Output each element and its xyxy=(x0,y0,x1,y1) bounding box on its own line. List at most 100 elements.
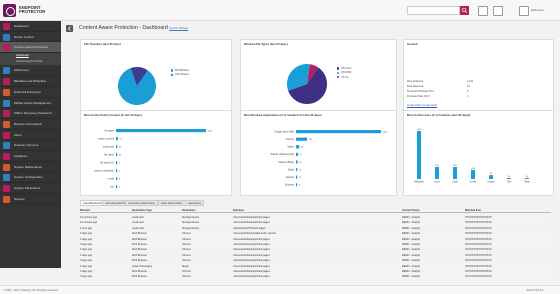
sidebar-item[interactable]: Support xyxy=(0,194,61,205)
table-cell: Web Browser xyxy=(132,232,147,236)
table-cell: 3 days ago xyxy=(80,264,93,268)
table-cell: Web Browser xyxy=(132,275,147,279)
bar[interactable] xyxy=(453,167,457,179)
bar-value: 25 xyxy=(300,154,303,156)
table-row[interactable]: 3 days ago Web Browser Chrome \Users\test1\… xyxy=(80,274,551,280)
sidebar-item[interactable]: Directory Services xyxy=(0,140,61,151)
sidebar-item[interactable]: Blacklists and Whitelists xyxy=(0,76,61,87)
bar-value: 14 xyxy=(119,146,122,148)
sidebar-item[interactable]: Enforced Encryption xyxy=(0,87,61,98)
bar-value: 1000 xyxy=(208,130,214,132)
table-cell: Storage Device xyxy=(182,216,200,219)
bar[interactable] xyxy=(116,185,118,189)
logo[interactable]: ENDPOINT PROTECTOR xyxy=(3,3,63,18)
bar-label: ssn xyxy=(110,185,114,188)
sidebar-item-icon xyxy=(3,99,10,107)
sidebar-item[interactable]: Content Aware Protection xyxy=(0,42,61,54)
bar[interactable] xyxy=(116,145,118,149)
table-cell: Skype xyxy=(182,264,189,268)
sidebar-item[interactable]: Alerts xyxy=(0,130,61,141)
bar[interactable] xyxy=(116,129,206,133)
blocked-apps-chart: Google Drive Web 1000 Chrome 130 Skype 40 Outl… xyxy=(270,130,388,187)
bar[interactable] xyxy=(296,152,299,156)
tab-computers-without-policy[interactable]: Computers without Policy xyxy=(125,200,158,206)
table-cell: DEMO - Analytic xyxy=(402,237,421,241)
notifications-icon[interactable] xyxy=(478,6,488,16)
bar[interactable] xyxy=(525,178,529,179)
bar[interactable] xyxy=(507,178,511,179)
bar[interactable] xyxy=(296,168,298,172)
sidebar-item[interactable]: System Parameters xyxy=(0,183,61,194)
bar[interactable] xyxy=(296,145,300,149)
bar[interactable] xyxy=(116,137,118,141)
sidebar-item[interactable]: Mobile Device Management xyxy=(0,98,61,109)
bar[interactable] xyxy=(489,175,493,179)
bar[interactable] xyxy=(296,183,298,187)
table-header-row: Blocked Destination Type Destination Filena… xyxy=(80,208,551,214)
tab-users-without-policy[interactable]: Users without Policy xyxy=(158,200,186,206)
bar-label: Google Drive Web xyxy=(275,130,295,133)
bar[interactable] xyxy=(296,160,298,164)
sidebar-item[interactable]: Appliance xyxy=(0,151,61,162)
user-name[interactable]: Welcome xyxy=(531,8,543,12)
create-links[interactable]: Create Policy Create Alerts xyxy=(407,104,437,107)
table-cell: Web Browser xyxy=(132,259,147,263)
avatar[interactable] xyxy=(519,6,529,16)
table-cell: credit card xyxy=(132,221,144,225)
sidebar-item[interactable]: Dashboard xyxy=(0,21,61,32)
tab-latest-alerts[interactable]: Latest Alerts xyxy=(185,200,205,206)
bar[interactable] xyxy=(116,153,118,157)
bar[interactable] xyxy=(116,161,118,165)
bar[interactable] xyxy=(116,177,118,181)
sidebar-item[interactable]: System Configuration xyxy=(0,172,61,183)
table-cell: DEMO - Analytic xyxy=(402,248,421,252)
table-cell: XXXXXXXXXXXXXXXX xyxy=(465,237,492,241)
table-cell: \Users\test1\Desktop\Card.pages xyxy=(233,216,270,219)
logo-line2: PROTECTOR xyxy=(19,9,46,15)
table-cell: Chrome xyxy=(182,275,191,279)
bar-label: Outlook (Body) xyxy=(278,161,294,164)
table-cell: 3 days ago xyxy=(80,259,93,263)
sidebar-item-icon xyxy=(3,174,10,182)
active-users-panel: Most Active Users (# of incidents (last … xyxy=(403,110,554,196)
sidebar-item-label: Directory Services xyxy=(14,143,39,148)
arrow-left-icon xyxy=(67,26,71,31)
bar[interactable] xyxy=(417,131,421,179)
help-icon[interactable] xyxy=(493,6,503,16)
table-cell: \Users\test1\PPS\Card.pages xyxy=(233,226,266,230)
table-cell: \Users\test1\Desktop\Card.pages xyxy=(233,243,270,246)
bar-value: 3 xyxy=(119,178,121,180)
bar[interactable] xyxy=(296,175,298,179)
sidebar-item-label: Content Aware Protection xyxy=(14,45,48,50)
bar-label: Skype xyxy=(287,146,294,149)
bar[interactable] xyxy=(116,169,118,173)
bar-value: 40 xyxy=(301,147,304,149)
bar-value: 10 xyxy=(526,176,529,178)
sidebar-item[interactable]: Reports and Analysis xyxy=(0,119,61,130)
sidebar-item-label: System Maintenance xyxy=(14,164,43,169)
back-button[interactable] xyxy=(66,25,73,32)
sidebar-item-label: Blacklists and Whitelists xyxy=(14,79,47,84)
sidebar-item-icon xyxy=(3,67,10,75)
sidebar-item-label: Device Control xyxy=(14,34,34,39)
table-cell: DEMO - Analytic xyxy=(402,253,421,257)
bar[interactable] xyxy=(435,167,439,179)
bar[interactable] xyxy=(471,169,475,179)
sidebar-item[interactable]: Offline Temporary Password xyxy=(0,108,61,119)
table-cell: Chrome xyxy=(182,243,191,246)
sidebar-item-icon xyxy=(3,142,10,150)
bar-label: custom content xyxy=(98,137,115,140)
sidebar-item[interactable]: eDiscovery xyxy=(0,65,61,77)
switch-widget-link[interactable]: Switch Widget xyxy=(169,26,188,30)
bar[interactable] xyxy=(296,130,381,134)
table-cell: \Users\test1\Desktop\Card.pages xyxy=(233,259,270,263)
sidebar-item-label: System Configuration xyxy=(14,175,43,180)
bar[interactable] xyxy=(296,137,308,141)
table-header-cell: Content Policy xyxy=(402,209,420,212)
table-cell: credit card xyxy=(132,216,144,219)
bar-label: credit card xyxy=(103,145,115,148)
sidebar-item[interactable]: Device Control xyxy=(0,32,61,43)
sidebar-item[interactable]: System Maintenance xyxy=(0,162,61,173)
search-button[interactable] xyxy=(460,6,469,15)
search-input[interactable] xyxy=(407,6,460,15)
